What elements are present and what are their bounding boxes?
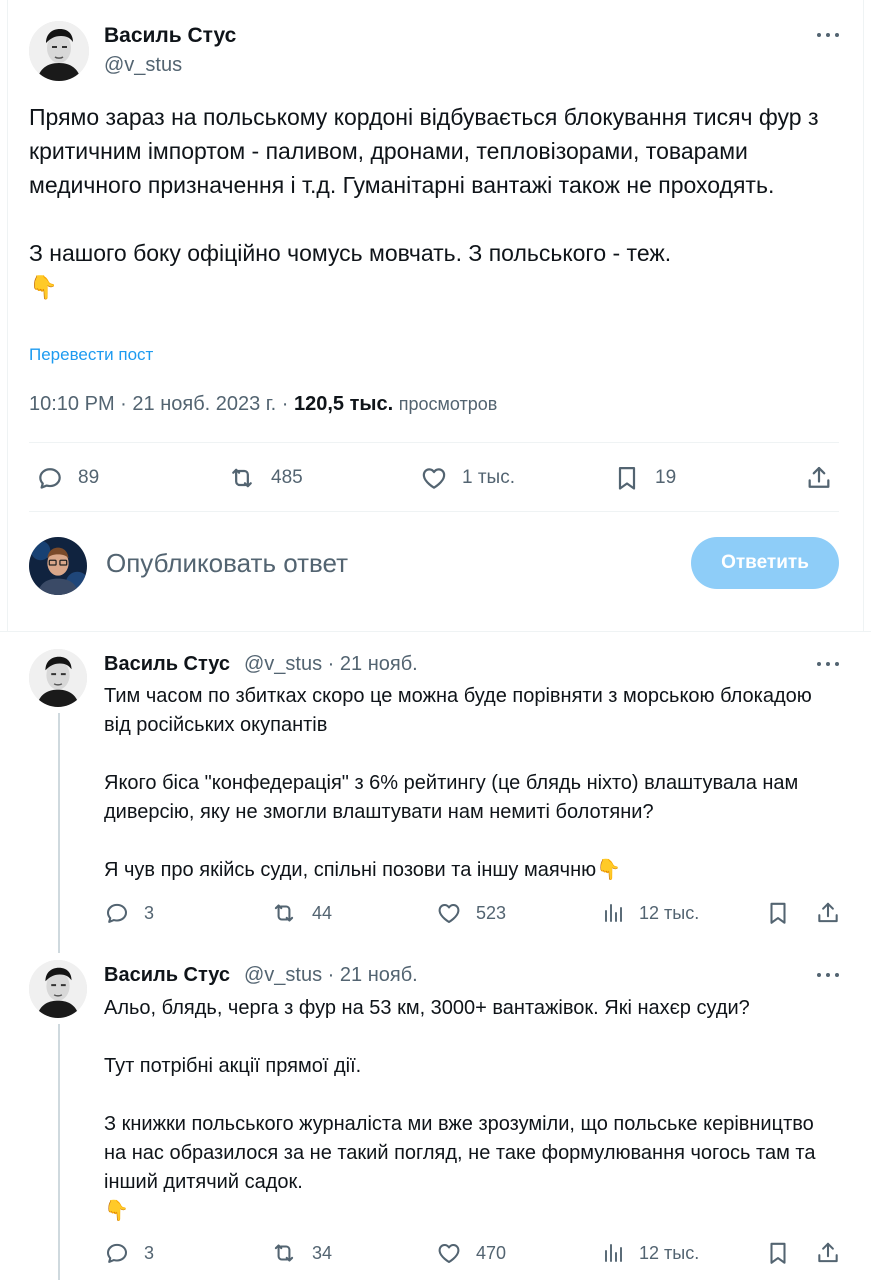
divider <box>29 442 839 443</box>
reply-action[interactable]: 89 <box>36 464 99 492</box>
repost-icon <box>270 1240 298 1266</box>
avatar[interactable] <box>29 960 87 1018</box>
like-action[interactable]: 1 тыс. <box>420 464 515 492</box>
author-handle[interactable]: @v_stus <box>244 653 322 675</box>
tweet-text: Прямо зараз на польському кордоні відбув… <box>29 100 849 304</box>
avatar[interactable] <box>29 21 89 81</box>
views-count: 12 тыс. <box>639 1242 700 1263</box>
reply-button[interactable]: Ответить <box>691 537 839 589</box>
current-user-avatar[interactable] <box>29 537 87 595</box>
reply-action[interactable]: 3 <box>104 900 154 926</box>
author-name[interactable]: Василь Стус <box>104 653 230 676</box>
heart-icon <box>436 1240 462 1266</box>
bookmark-icon <box>613 464 641 492</box>
heart-icon <box>436 900 462 926</box>
share-action[interactable] <box>805 464 833 492</box>
thread-line <box>58 713 60 953</box>
bookmark-icon <box>765 900 791 926</box>
pointing-down-emoji: 👇 <box>596 859 622 881</box>
reply-date[interactable]: 21 нояб. <box>340 964 418 986</box>
avatar[interactable] <box>29 649 87 707</box>
reply-count: 89 <box>78 467 100 488</box>
tweet-date[interactable]: 21 нояб. 2023 г. <box>132 393 276 415</box>
like-action[interactable]: 523 <box>436 900 506 926</box>
share-action[interactable] <box>815 1240 841 1266</box>
author-name[interactable]: Василь Стус <box>104 24 236 48</box>
divider <box>29 511 839 512</box>
reply-paragraph-2: Якого біса "конфедерація" з 6% рейтингу … <box>104 772 799 823</box>
like-count: 470 <box>476 1242 507 1263</box>
pointing-down-emoji: 👇 <box>104 1200 129 1222</box>
card-border-right <box>863 0 864 632</box>
reply-icon <box>104 1240 130 1266</box>
views-count: 12 тыс. <box>639 902 700 923</box>
more-options-icon[interactable] <box>817 660 839 668</box>
reply-count: 3 <box>144 1242 155 1263</box>
reply-paragraph-1: Альо, блядь, черга з фур на 53 км, 3000+… <box>104 997 750 1019</box>
bookmark-action[interactable] <box>765 1240 791 1266</box>
share-icon <box>815 1240 841 1266</box>
reply-icon <box>104 900 130 926</box>
bookmark-action[interactable] <box>765 900 791 926</box>
translate-post-link[interactable]: Перевести пост <box>29 345 153 365</box>
repost-icon <box>227 464 257 492</box>
divider <box>0 631 871 632</box>
author-avatar-image <box>29 649 87 707</box>
views-action[interactable]: 12 тыс. <box>601 1240 699 1266</box>
repost-count: 34 <box>312 1242 333 1263</box>
reply-handle-date: @v_stus · 21 нояб. <box>244 653 418 675</box>
author-avatar-image <box>29 21 89 81</box>
share-icon <box>805 464 833 492</box>
reply-input[interactable]: Опубликовать ответ <box>106 548 348 579</box>
reply-paragraph-2: Тут потрібні акції прямої дії. <box>104 1055 362 1077</box>
thread-line <box>58 1024 60 1280</box>
tweet-paragraph-1: Прямо зараз на польському кордоні відбув… <box>29 104 819 198</box>
repost-count: 44 <box>312 902 333 923</box>
repost-count: 485 <box>271 467 303 488</box>
bookmark-icon <box>765 1240 791 1266</box>
repost-icon <box>270 900 298 926</box>
share-icon <box>815 900 841 926</box>
reply-paragraph-3: Я чув про якійсь суди, спільні позови та… <box>104 859 597 881</box>
author-name[interactable]: Василь Стус <box>104 964 230 987</box>
card-border-left <box>7 0 8 632</box>
more-options-icon[interactable] <box>817 31 839 39</box>
views-icon <box>601 1240 625 1266</box>
author-avatar-image <box>29 960 87 1018</box>
like-count: 523 <box>476 902 507 923</box>
like-count: 1 тыс. <box>462 467 515 488</box>
tweet-paragraph-2: З нашого боку офіційно чомусь мовчать. З… <box>29 240 672 266</box>
like-action[interactable]: 470 <box>436 1240 506 1266</box>
tweet-time[interactable]: 10:10 PM <box>29 393 115 415</box>
reply-count: 3 <box>144 902 155 923</box>
author-handle[interactable]: @v_stus <box>244 964 322 986</box>
views-icon <box>601 900 625 926</box>
tweet-meta: 10:10 PM · 21 нояб. 2023 г. · 120,5 тыс.… <box>29 393 498 415</box>
views-action[interactable]: 12 тыс. <box>601 900 699 926</box>
reply-date[interactable]: 21 нояб. <box>340 653 418 675</box>
reply-paragraph-1: Тим часом по збитках скоро це можна буде… <box>104 685 812 736</box>
reply-icon <box>36 464 64 492</box>
views-label: просмотров <box>398 394 498 414</box>
repost-action[interactable]: 485 <box>227 464 303 492</box>
pointing-down-emoji: 👇 <box>29 274 58 300</box>
heart-icon <box>420 464 448 492</box>
more-options-icon[interactable] <box>817 971 839 979</box>
views-count: 120,5 тыс. <box>294 393 394 415</box>
reply-handle-date: @v_stus · 21 нояб. <box>244 964 418 986</box>
repost-action[interactable]: 34 <box>270 1240 332 1266</box>
reply-action[interactable]: 3 <box>104 1240 154 1266</box>
reply-paragraph-3: З книжки польського журналіста ми вже зр… <box>104 1113 816 1193</box>
author-handle[interactable]: @v_stus <box>104 54 182 77</box>
reply-text: Тим часом по збитках скоро це можна буде… <box>104 682 839 885</box>
repost-action[interactable]: 44 <box>270 900 332 926</box>
reply-text: Альо, блядь, черга з фур на 53 км, 3000+… <box>104 994 839 1226</box>
bookmark-count: 19 <box>655 467 677 488</box>
share-action[interactable] <box>815 900 841 926</box>
user-avatar-image <box>29 537 87 595</box>
bookmark-action[interactable]: 19 <box>613 464 676 492</box>
